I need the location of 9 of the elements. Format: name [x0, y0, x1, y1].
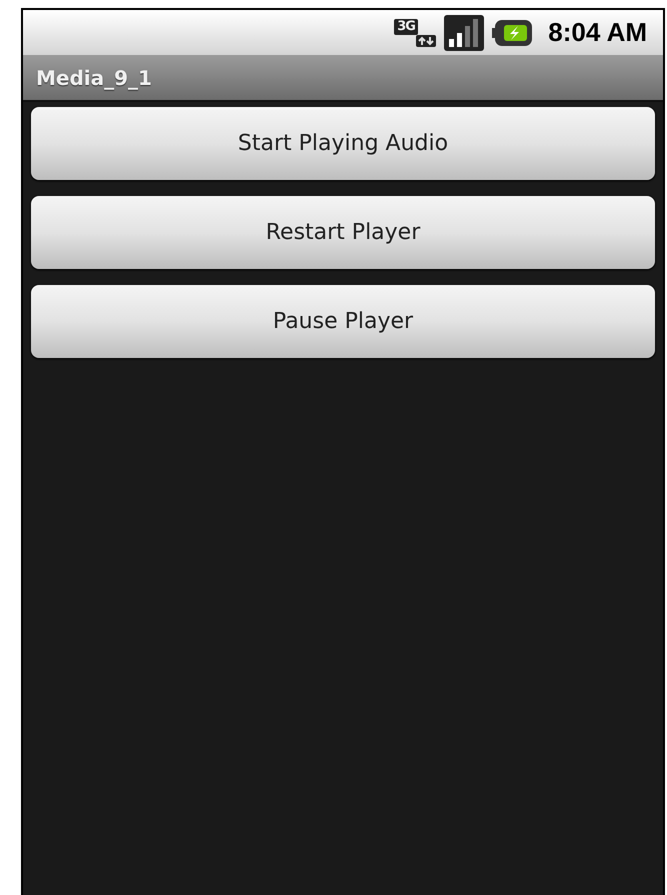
action-button[interactable]: Restart Player — [31, 196, 655, 269]
battery-charging-icon — [492, 20, 532, 46]
app-title: Media_9_1 — [36, 66, 152, 90]
network-type-label: 3G — [394, 18, 418, 34]
data-arrows-icon — [416, 34, 436, 46]
clock-time: 8:04 AM — [548, 17, 647, 48]
signal-icon — [444, 14, 484, 50]
action-button[interactable]: Pause Player — [31, 285, 655, 358]
action-button[interactable]: Start Playing Audio — [31, 107, 655, 180]
